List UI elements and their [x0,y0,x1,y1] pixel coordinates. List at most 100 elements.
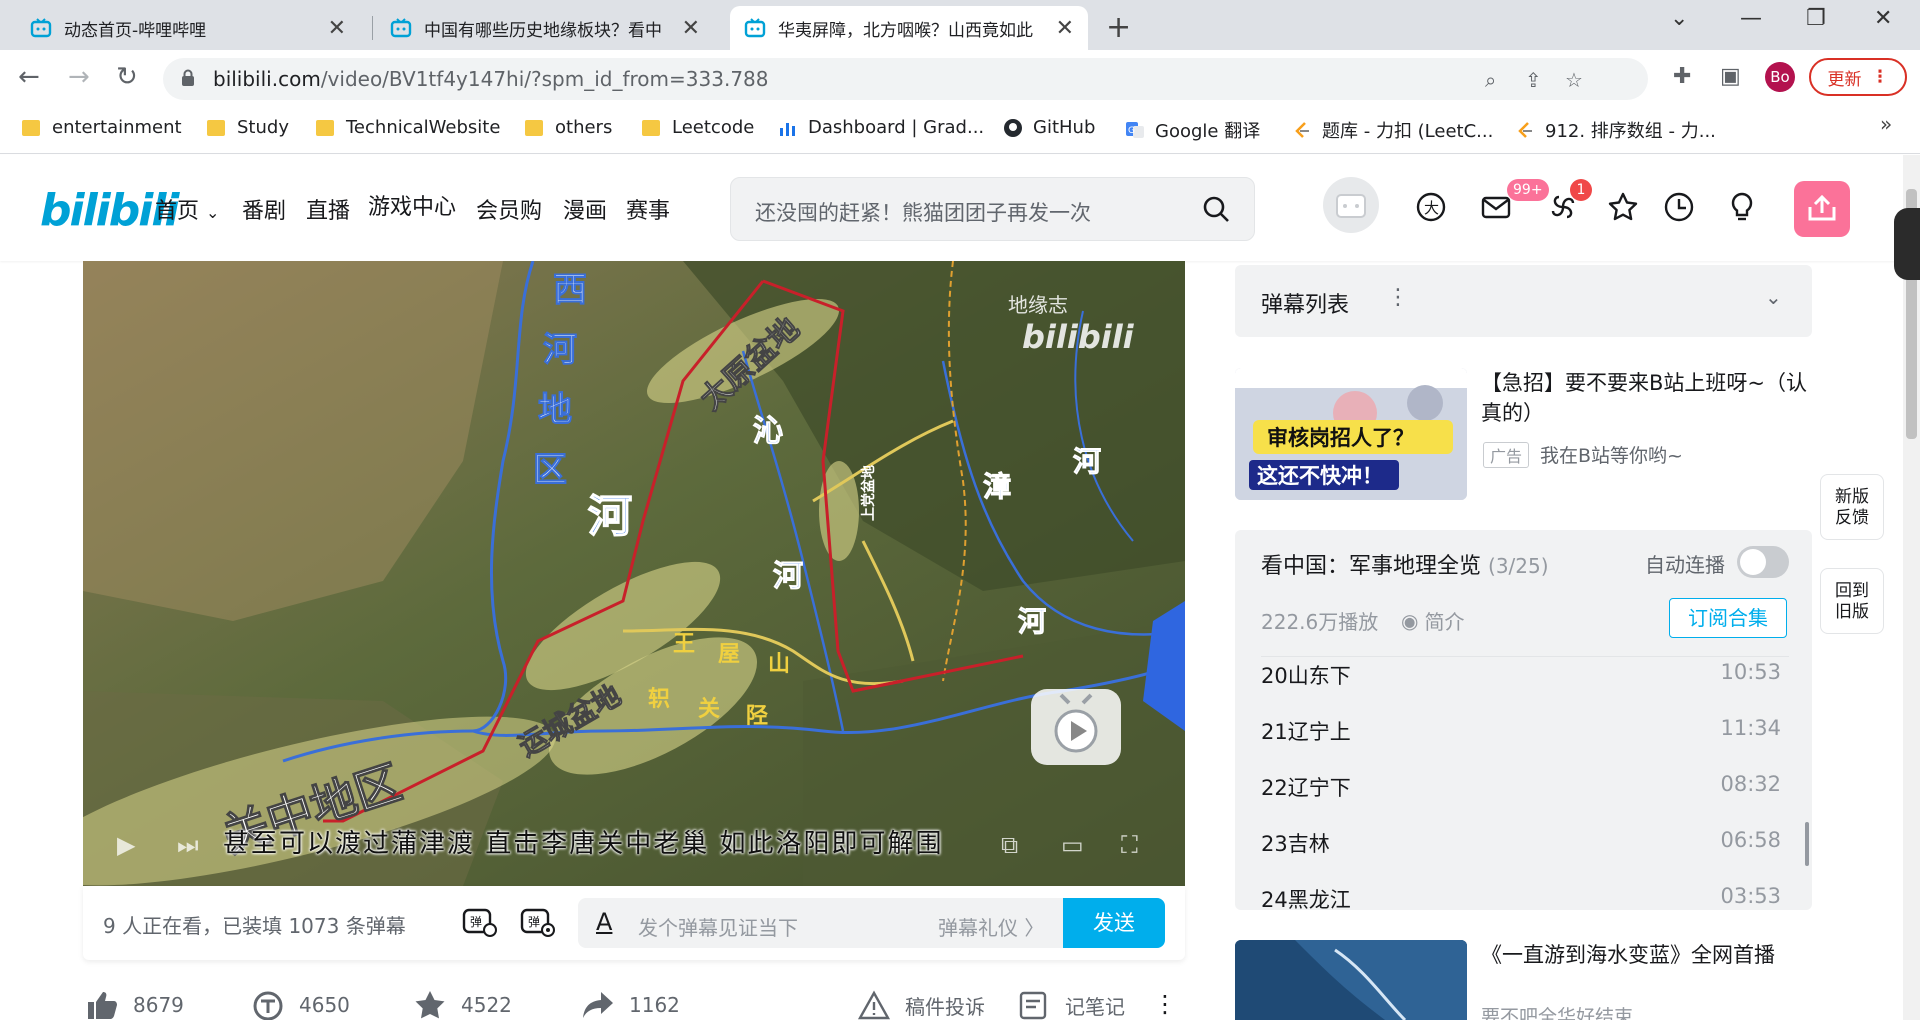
fullscreen-icon[interactable]: ⛶ [1121,831,1138,859]
danmaku-list-panel[interactable]: 弹幕列表 ⋮ ⌄ [1235,265,1812,337]
ad-thumbnail[interactable]: 审核岗招人了？ 这还不快冲！ [1235,368,1467,500]
creation-icon[interactable] [1726,191,1758,223]
chevron-down-icon[interactable]: ⌄ [1765,285,1782,309]
nav-esports[interactable]: 赛事 [626,193,670,225]
playlist-plays: 222.6万播放 [1261,610,1379,634]
watermark-text: 地缘志 [1008,293,1068,317]
danmaku-etiquette-link[interactable]: 弹幕礼仪 〉 [938,912,1044,941]
tab-close-icon[interactable]: ✕ [1056,16,1074,41]
video-actions: 8679 4650 4522 1162 稿件投诉 记笔记 ⋮ [83,990,1185,1020]
tab-current-video[interactable]: 华夷屏障，北方咽喉？山西竟如此 ✕ [730,6,1088,50]
search-icon[interactable] [1201,194,1231,224]
nav-manga[interactable]: 漫画 [563,193,607,225]
recommend-title[interactable]: 《一直游到海水变蓝》全网首播 [1481,940,1811,971]
search-input[interactable]: 还没囤的赶紧！熊猫团团子再发一次 [755,197,1091,227]
report-button[interactable]: 稿件投诉 [857,990,985,1020]
message-icon[interactable] [1480,191,1512,223]
playlist-intro[interactable]: ◉ 简介 [1401,606,1464,635]
back-icon[interactable]: ← [18,62,40,92]
big-play-button[interactable] [1031,689,1121,765]
reload-icon[interactable]: ↻ [116,62,138,92]
back-to-old-button[interactable]: 回到旧版 [1820,568,1884,634]
update-button[interactable]: 更新 ⋮ [1809,58,1907,96]
bookmark-technicalwebsite[interactable]: TechnicalWebsite [316,117,500,138]
page-scrollbar[interactable] [1903,155,1920,1020]
zoom-icon[interactable]: ⌕ [1485,68,1496,92]
forward-icon[interactable]: → [68,62,90,92]
ad-title[interactable]: 【急招】要不要来B站上班呀~（认真的） [1481,368,1815,428]
site-search[interactable]: 还没囤的赶紧！熊猫团团子再发一次 [730,177,1255,241]
nav-game-center[interactable]: 游戏中心 [368,189,456,221]
nav-anime[interactable]: 番剧 [242,193,286,225]
tab-close-icon[interactable]: ✕ [328,16,346,41]
bookmark-star-icon[interactable]: ☆ [1565,68,1583,92]
share-button[interactable]: 1162 [581,990,680,1020]
bookmarks-overflow-icon[interactable]: » [1880,112,1892,136]
next-control-icon[interactable]: ⏭ [177,831,199,859]
playlist-item[interactable]: 24黑龙江 03:53 [1261,884,1789,910]
upload-button[interactable] [1794,181,1850,237]
like-button[interactable]: 8679 [85,990,184,1020]
play-control-icon[interactable]: ▶ [117,831,135,859]
tab-close-icon[interactable]: ✕ [682,16,700,41]
danmaku-settings-icon[interactable]: 弹 [519,904,557,940]
playlist-title[interactable]: 看中国：军事地理全览 (3/25) [1261,548,1549,580]
map-label-guan: 关 [698,697,720,722]
playlist-item[interactable]: 22辽宁下 08:32 [1261,772,1789,802]
vip-icon[interactable]: 大 [1415,191,1447,223]
playlist-item[interactable]: 20山东下 10:53 [1261,660,1789,690]
danmaku-list-more-icon[interactable]: ⋮ [1387,285,1409,310]
bookmark-sort-array[interactable]: 912. 排序数组 - 力... [1515,117,1716,143]
close-window-icon[interactable]: ✕ [1874,6,1892,31]
nav-home[interactable]: 首页 ⌄ [155,193,219,225]
favorite-icon[interactable] [1607,191,1639,223]
bookmark-entertainment[interactable]: entertainment [22,117,182,138]
bookmark-leetcode-problems[interactable]: 题库 - 力扣 (LeetC... [1292,117,1493,143]
video-player[interactable]: 西 河 地 区 太原盆地 河 运城盆地 关中地区 沁 河 漳 河 王 屋 山 轵… [83,261,1185,886]
recommend-card[interactable]: 《一直游到海水变蓝》全网首播 要不吧全华好结束 [1235,940,1815,1020]
address-bar[interactable]: bilibili.com/video/BV1tf4y147hi/?spm_id_… [163,58,1648,100]
history-icon[interactable] [1663,191,1695,223]
subscribe-collection-button[interactable]: 订阅合集 [1669,598,1787,638]
tab-search-icon[interactable]: ⌄ [1670,6,1688,31]
bookmark-dashboard[interactable]: Dashboard | Grad... [778,117,984,138]
bookmark-github[interactable]: GitHub [1003,117,1095,138]
danmaku-toggle-icon[interactable]: 弹 [461,904,499,940]
bookmark-leetcode[interactable]: Leetcode [642,117,754,138]
new-feedback-button[interactable]: 新版反馈 [1820,474,1884,540]
danmaku-style-icon[interactable]: A [596,908,612,936]
profile-avatar[interactable]: Bo [1765,62,1795,92]
tab-history-regions[interactable]: 中国有哪些历史地缘板块？看中 ✕ [376,6,714,50]
user-avatar[interactable] [1323,177,1379,233]
nav-live[interactable]: 直播 [306,193,350,225]
playlist-item[interactable]: 21辽宁上 11:34 [1261,716,1789,746]
coin-button[interactable]: 4650 [251,990,350,1020]
github-icon [1004,118,1022,137]
floating-corner-widget[interactable] [1894,208,1920,280]
recommend-thumbnail[interactable] [1235,940,1467,1020]
bookmark-others[interactable]: others [525,117,612,138]
minimize-icon[interactable]: — [1740,6,1762,31]
bookmark-google-translate[interactable]: G Google 翻译 [1125,117,1260,143]
playlist-item[interactable]: 23吉林 06:58 [1261,828,1789,858]
extensions-icon[interactable]: ✚ [1673,64,1691,89]
widescreen-icon[interactable]: ▭ [1061,831,1084,859]
bookmark-label: 题库 - 力扣 (LeetC... [1322,121,1494,142]
autoplay-toggle[interactable] [1737,546,1789,578]
side-panel-icon[interactable]: ▣ [1720,64,1741,89]
new-tab-button[interactable]: + [1106,10,1131,45]
pip-icon[interactable]: ⧉ [1001,831,1018,859]
nav-mall[interactable]: 会员购 [476,193,542,225]
danmaku-send-button[interactable]: 发送 [1063,898,1165,948]
note-button[interactable]: 记笔记 [1017,990,1125,1020]
tab-dynamics[interactable]: 动态首页-哔哩哔哩 ✕ [16,6,360,50]
map-label-qin: 沁 [753,414,783,449]
more-actions-icon[interactable]: ⋮ [1153,990,1177,1018]
bookmark-study[interactable]: Study [207,117,289,138]
restore-icon[interactable]: ❐ [1806,6,1826,31]
favorite-button[interactable]: 4522 [413,990,512,1020]
share-page-icon[interactable]: ⇪ [1525,68,1542,92]
playlist-scrollbar[interactable] [1805,822,1809,866]
ad-subtitle[interactable]: 我在B站等你哟~ [1540,441,1683,468]
ad-card[interactable]: 审核岗招人了？ 这还不快冲！ 【急招】要不要来B站上班呀~（认真的） 广告 我在… [1235,368,1815,500]
